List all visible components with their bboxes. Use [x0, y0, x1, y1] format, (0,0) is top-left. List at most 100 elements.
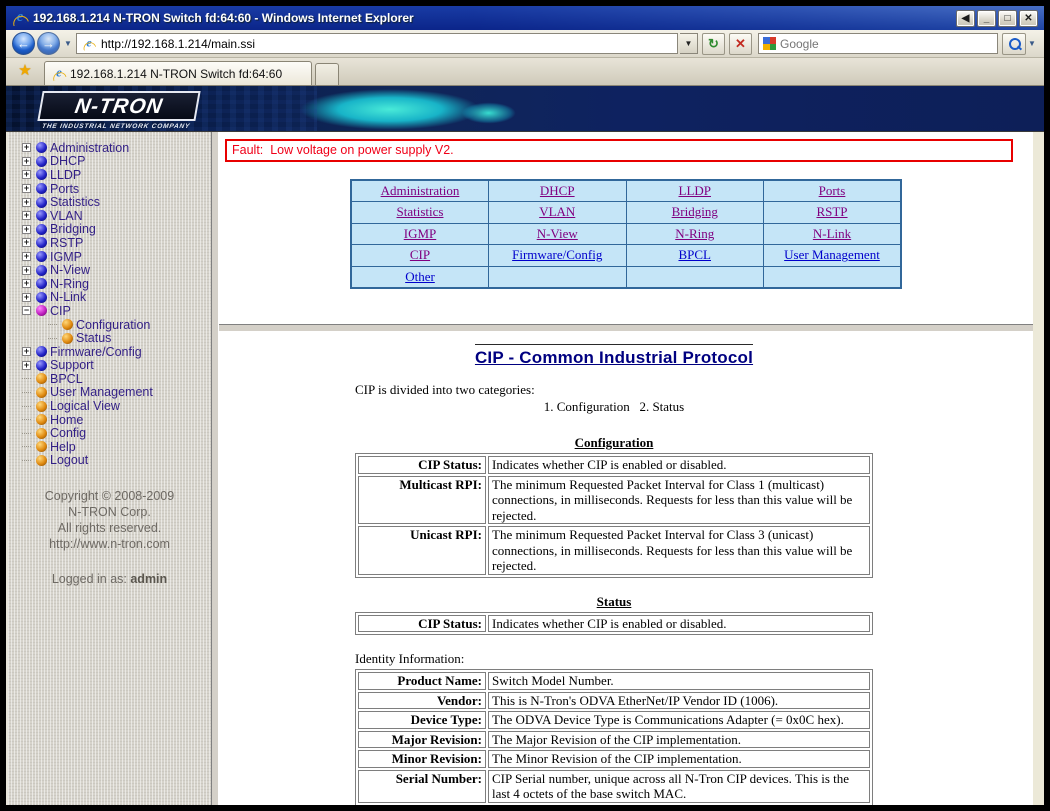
sidebar-item-vlan[interactable]: + VLAN [8, 209, 211, 223]
sidebar-item-label[interactable]: Statistics [50, 195, 100, 209]
new-tab-button[interactable] [315, 63, 339, 85]
search-options-dropdown-icon[interactable]: ▼ [1026, 34, 1038, 54]
sidebar-item-igmp[interactable]: + IGMP [8, 250, 211, 264]
sidebar-item-firmware-config[interactable]: + Firmware/Config [8, 345, 211, 359]
sidebar-item-label[interactable]: Logical View [50, 399, 120, 413]
sidebar-item-dhcp[interactable]: + DHCP [8, 154, 211, 168]
quicklink-igmp[interactable]: IGMP [404, 226, 437, 241]
refresh-button[interactable]: ↻ [702, 32, 725, 55]
expand-icon[interactable]: + [22, 347, 31, 357]
url-input[interactable] [101, 36, 673, 51]
quicklink-rstp[interactable]: RSTP [816, 204, 847, 219]
sidebar-item-n-view[interactable]: + N-View [8, 263, 211, 277]
address-dropdown-button[interactable]: ▼ [680, 33, 698, 54]
sidebar-item-config[interactable]: Config [8, 426, 211, 440]
sidebar-item-home[interactable]: Home [8, 413, 211, 427]
frame-divider-horizontal[interactable] [219, 324, 1033, 332]
back-button[interactable]: ← [12, 32, 35, 55]
expand-icon[interactable]: + [22, 211, 31, 221]
collapse-button[interactable]: ◀ [956, 9, 975, 27]
sidebar-item-configuration[interactable]: Configuration [8, 318, 211, 332]
search-input[interactable] [780, 36, 993, 51]
quicklink-ports[interactable]: Ports [819, 183, 846, 198]
quicklink-n-link[interactable]: N-Link [813, 226, 851, 241]
quicklink-n-ring[interactable]: N-Ring [675, 226, 714, 241]
forward-button[interactable]: → [37, 32, 60, 55]
expand-icon[interactable]: + [22, 265, 31, 275]
quicklink-other[interactable]: Other [405, 269, 435, 284]
sidebar-item-label[interactable]: Logout [50, 453, 88, 467]
quicklink-dhcp[interactable]: DHCP [540, 183, 575, 198]
sidebar-item-label[interactable]: Firmware/Config [50, 345, 142, 359]
sidebar-item-label[interactable]: DHCP [50, 154, 85, 168]
sidebar-item-user-management[interactable]: User Management [8, 385, 211, 399]
expand-icon[interactable]: + [22, 279, 31, 289]
sidebar-item-label[interactable]: Support [50, 358, 94, 372]
expand-icon[interactable]: + [22, 143, 31, 153]
quicklink-firmware-config[interactable]: Firmware/Config [512, 247, 602, 262]
sidebar-item-label[interactable]: Home [50, 413, 83, 427]
expand-icon[interactable]: + [22, 292, 31, 302]
expand-icon[interactable]: + [22, 197, 31, 207]
sidebar-item-label[interactable]: CIP [50, 304, 71, 318]
sidebar-item-label[interactable]: Bridging [50, 222, 96, 236]
quicklink-bpcl[interactable]: BPCL [678, 247, 711, 262]
sidebar-item-label[interactable]: N-Ring [50, 277, 89, 291]
sidebar-item-label[interactable]: BPCL [50, 372, 83, 386]
expand-icon[interactable]: + [22, 224, 31, 234]
quicklink-statistics[interactable]: Statistics [397, 204, 444, 219]
stop-button[interactable]: ✕ [729, 32, 752, 55]
sidebar-item-label[interactable]: Status [76, 331, 111, 345]
sidebar-item-n-link[interactable]: + N-Link [8, 290, 211, 304]
expand-icon[interactable]: + [22, 238, 31, 248]
sidebar-item-label[interactable]: N-Link [50, 290, 86, 304]
expand-icon[interactable]: + [22, 252, 31, 262]
sidebar-item-label[interactable]: LLDP [50, 168, 81, 182]
sidebar-item-ports[interactable]: + Ports [8, 182, 211, 196]
favorites-star-icon[interactable]: ★ [12, 61, 38, 83]
maximize-button[interactable]: □ [998, 9, 1017, 27]
expand-icon[interactable]: + [22, 360, 31, 370]
quicklink-n-view[interactable]: N-View [537, 226, 578, 241]
sidebar-item-label[interactable]: RSTP [50, 236, 83, 250]
sidebar-item-label[interactable]: Configuration [76, 318, 150, 332]
quicklink-user-management[interactable]: User Management [784, 247, 880, 262]
sidebar-item-label[interactable]: VLAN [50, 209, 83, 223]
sidebar-item-administration[interactable]: + Administration [8, 141, 211, 155]
sidebar-item-lldp[interactable]: + LLDP [8, 168, 211, 182]
table-row: Serial Number: CIP Serial number, unique … [358, 769, 870, 803]
quicklink-lldp[interactable]: LLDP [679, 183, 712, 198]
quicklink-bridging[interactable]: Bridging [672, 204, 718, 219]
sidebar-item-status[interactable]: Status [8, 331, 211, 345]
close-button[interactable]: ✕ [1019, 9, 1038, 27]
quicklink-cip[interactable]: CIP [410, 247, 430, 262]
sidebar-item-label[interactable]: N-View [50, 263, 90, 277]
sidebar-item-label[interactable]: Config [50, 426, 86, 440]
sidebar-item-n-ring[interactable]: + N-Ring [8, 277, 211, 291]
sidebar-item-label[interactable]: Ports [50, 182, 79, 196]
tab-active[interactable]: e 192.168.1.214 N-TRON Switch fd:64:60 [44, 61, 312, 85]
expand-icon[interactable]: + [22, 170, 31, 180]
sidebar-item-rstp[interactable]: + RSTP [8, 236, 211, 250]
quicklink-administration[interactable]: Administration [381, 183, 460, 198]
sidebar-item-statistics[interactable]: + Statistics [8, 195, 211, 209]
sidebar-item-bpcl[interactable]: BPCL [8, 372, 211, 386]
sidebar-item-label[interactable]: IGMP [50, 250, 82, 264]
expand-icon[interactable]: + [22, 156, 31, 166]
frame-divider-vertical[interactable] [211, 132, 219, 805]
expand-icon[interactable]: + [22, 184, 31, 194]
minimize-button[interactable]: _ [977, 9, 996, 27]
sidebar-item-label[interactable]: Help [50, 440, 76, 454]
sidebar-item-logout[interactable]: Logout [8, 453, 211, 467]
history-dropdown-icon[interactable]: ▼ [62, 34, 74, 54]
sidebar-item-label[interactable]: User Management [50, 385, 153, 399]
collapse-icon[interactable]: − [22, 306, 31, 316]
quicklink-vlan[interactable]: VLAN [539, 204, 575, 219]
sidebar-item-cip[interactable]: − CIP [8, 304, 211, 318]
search-go-button[interactable] [1002, 32, 1026, 55]
sidebar-item-help[interactable]: Help [8, 440, 211, 454]
sidebar-item-bridging[interactable]: + Bridging [8, 222, 211, 236]
sidebar-item-label[interactable]: Administration [50, 141, 129, 155]
sidebar-item-logical-view[interactable]: Logical View [8, 399, 211, 413]
sidebar-item-support[interactable]: + Support [8, 358, 211, 372]
